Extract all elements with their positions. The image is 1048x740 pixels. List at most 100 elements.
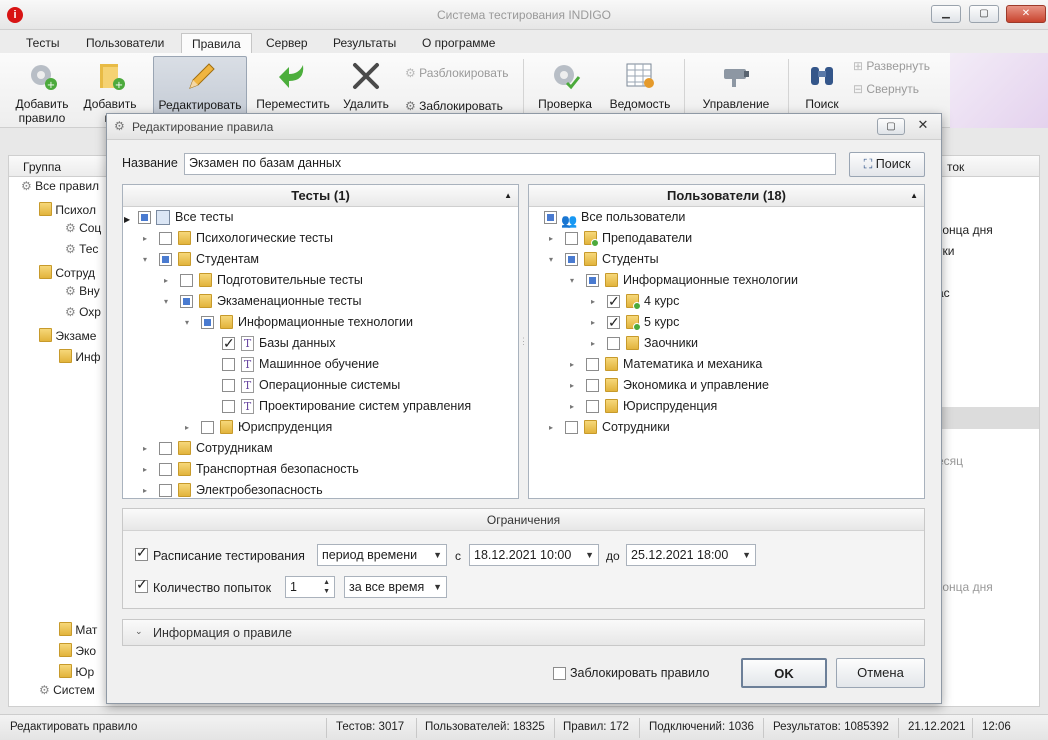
expand-arrow-icon[interactable]: ▸ (591, 333, 601, 354)
tree-row[interactable]: ⚙ Все правил (21, 179, 99, 193)
tab-results[interactable]: Результаты (323, 33, 406, 54)
checkbox[interactable] (159, 442, 172, 455)
checkbox[interactable] (222, 379, 235, 392)
expand-arrow-icon[interactable]: ▸ (549, 228, 559, 249)
to-date-input[interactable]: 25.12.2021 18:00 ▼ (626, 544, 756, 566)
search-label: Поиск (805, 97, 839, 111)
collapse-arrow-icon[interactable]: ▾ (164, 291, 174, 312)
checkbox[interactable] (607, 291, 620, 312)
close-button[interactable]: ✕ (1006, 5, 1046, 23)
tree-row[interactable]: Мат (59, 620, 97, 637)
tree-row[interactable]: Сотруд (39, 263, 95, 280)
checkbox[interactable] (222, 358, 235, 371)
collapse-button[interactable]: ⊟ Свернуть (853, 82, 948, 100)
checkbox[interactable] (222, 333, 235, 354)
cancel-button[interactable]: Отмена (836, 658, 925, 688)
tree-row[interactable]: ⚙ Вну (65, 284, 100, 298)
unblock-button[interactable]: ⚙ Разблокировать (405, 66, 520, 84)
spinner-arrows-icon[interactable]: ▲ ▼ (323, 578, 330, 596)
expand-arrow-icon[interactable]: ▸ (164, 270, 174, 291)
expand-arrow-icon[interactable]: ▸ (570, 396, 580, 417)
expand-arrow-icon[interactable]: ▸ (591, 312, 601, 333)
tree-row[interactable]: ⚙ Тес (65, 242, 98, 256)
expand-arrow-icon[interactable]: ▸ (185, 417, 195, 438)
row-indicator-icon: ▶ (124, 215, 131, 224)
checkbox[interactable] (222, 400, 235, 413)
collapse-arrow-icon[interactable]: ▾ (570, 270, 580, 291)
maximize-button[interactable]: ▢ (969, 5, 999, 23)
checkbox[interactable] (544, 211, 557, 224)
expand-arrow-icon[interactable]: ▸ (143, 459, 153, 480)
checkbox[interactable] (586, 274, 599, 287)
checkbox[interactable] (159, 484, 172, 497)
column-group-header[interactable]: Группа (23, 160, 61, 174)
checkbox[interactable] (607, 337, 620, 350)
tree-row[interactable]: Юр (59, 662, 94, 679)
checkbox[interactable] (586, 379, 599, 392)
checkbox[interactable] (586, 358, 599, 371)
tree-row[interactable]: ⚙ Систем (39, 683, 95, 697)
schedule-mode-select[interactable]: период времени ▼ (317, 544, 447, 566)
tree-row[interactable]: Инф (59, 347, 100, 364)
expand-arrow-icon[interactable]: ▸ (591, 291, 601, 312)
item-label: Экзаменационные тесты (217, 294, 362, 308)
rule-info-section[interactable]: ⌄ Информация о правиле (122, 619, 925, 646)
tab-tests[interactable]: Тесты (16, 33, 69, 54)
expand-arrow-icon[interactable]: ▸ (570, 354, 580, 375)
dialog-close-button[interactable]: ✕ (911, 117, 935, 136)
checkbox[interactable] (159, 463, 172, 476)
attempts-checkbox[interactable] (135, 576, 148, 593)
attempts-mode-select[interactable]: за все время ▼ (344, 576, 447, 598)
tree-row[interactable]: ⚙ Охр (65, 305, 101, 319)
expand-arrow-icon[interactable]: ▸ (143, 480, 153, 498)
checkbox[interactable] (586, 400, 599, 413)
ok-button[interactable]: OK (741, 658, 827, 688)
user-folder-icon (626, 294, 641, 310)
expand-button[interactable]: ⊞ Развернуть (853, 59, 948, 77)
minimize-button[interactable]: ▁ (931, 5, 961, 23)
checkbox[interactable] (565, 253, 578, 266)
checkbox[interactable] (201, 421, 214, 434)
checkbox[interactable] (159, 232, 172, 245)
expand-arrow-icon[interactable]: ▸ (549, 417, 559, 438)
pencil-icon (189, 63, 215, 89)
checkbox[interactable] (565, 232, 578, 245)
checkbox[interactable] (201, 316, 214, 329)
schedule-checkbox[interactable] (135, 544, 148, 561)
checkbox[interactable] (180, 295, 193, 308)
from-date-input[interactable]: 18.12.2021 10:00 ▼ (469, 544, 599, 566)
collapse-arrow-icon[interactable]: ▾ (185, 312, 195, 333)
tab-rules[interactable]: Правила (181, 33, 252, 54)
tree-row[interactable]: Эко (59, 641, 96, 658)
dialog-maximize-button[interactable]: ▢ (877, 118, 905, 135)
checkbox[interactable] (565, 421, 578, 434)
expand-arrow-icon[interactable]: ▸ (143, 228, 153, 249)
checkbox[interactable] (159, 253, 172, 266)
block-rule-checkbox[interactable] (553, 667, 566, 680)
expand-arrow-icon[interactable]: ▸ (570, 375, 580, 396)
tab-users[interactable]: Пользователи (76, 33, 174, 54)
collapse-arrow-icon[interactable]: ▾ (143, 249, 153, 270)
name-input[interactable]: Экзамен по базам данных (184, 153, 836, 175)
tab-server[interactable]: Сервер (256, 33, 318, 54)
collapse-arrow-icon[interactable]: ▾ (549, 249, 559, 270)
search-button[interactable]: ⛶ Поиск (849, 152, 925, 177)
checkbox[interactable] (607, 312, 620, 333)
panel-splitter[interactable]: ⋮ (519, 184, 528, 498)
tree-row[interactable]: Психол (39, 200, 96, 217)
checkbox[interactable] (180, 274, 193, 287)
tests-header[interactable]: Тесты (1) ▲ (123, 185, 518, 207)
tests-tree[interactable]: ▶ Все тесты ▸ Психологические тесты ▾ Ст… (123, 207, 518, 498)
users-group-icon: 👥 (561, 213, 578, 228)
users-tree[interactable]: 👥 Все пользователи ▸ Преподаватели ▾ Сту… (529, 207, 924, 498)
checkbox[interactable] (138, 211, 151, 224)
tree-row[interactable]: ⚙ Соц (65, 221, 101, 235)
users-header[interactable]: Пользователи (18) ▲ (529, 185, 924, 207)
expand-arrow-icon[interactable]: ▸ (143, 438, 153, 459)
attempts-spinner[interactable]: 1 ▲ ▼ (285, 576, 335, 598)
column-right-header[interactable]: ток (947, 160, 964, 174)
status-divider (416, 718, 417, 738)
tree-row[interactable]: Экзаме (39, 326, 96, 343)
tab-about[interactable]: О программе (412, 33, 505, 54)
add-rule-button[interactable]: + Добавить правило (8, 56, 76, 126)
